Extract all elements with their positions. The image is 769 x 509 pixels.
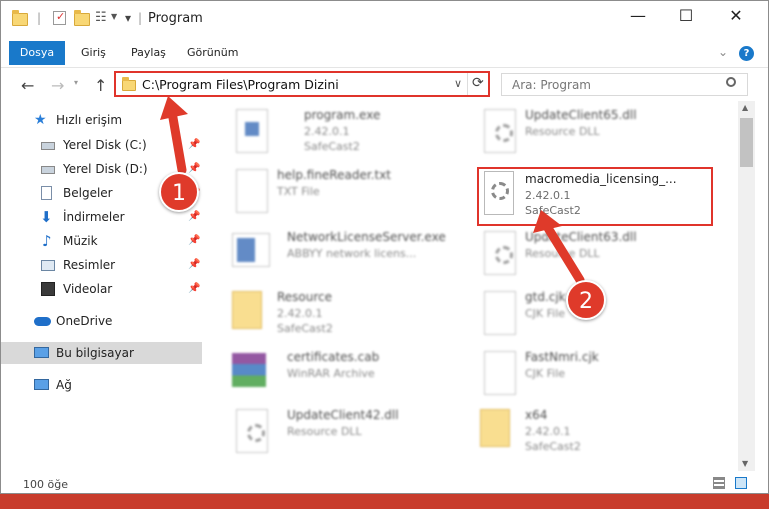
arrow-2 (533, 210, 585, 285)
callout-1: 1 (159, 172, 199, 212)
callout-2: 2 (566, 280, 606, 320)
arrow-1 (160, 96, 188, 175)
annotation-arrows (160, 96, 585, 285)
